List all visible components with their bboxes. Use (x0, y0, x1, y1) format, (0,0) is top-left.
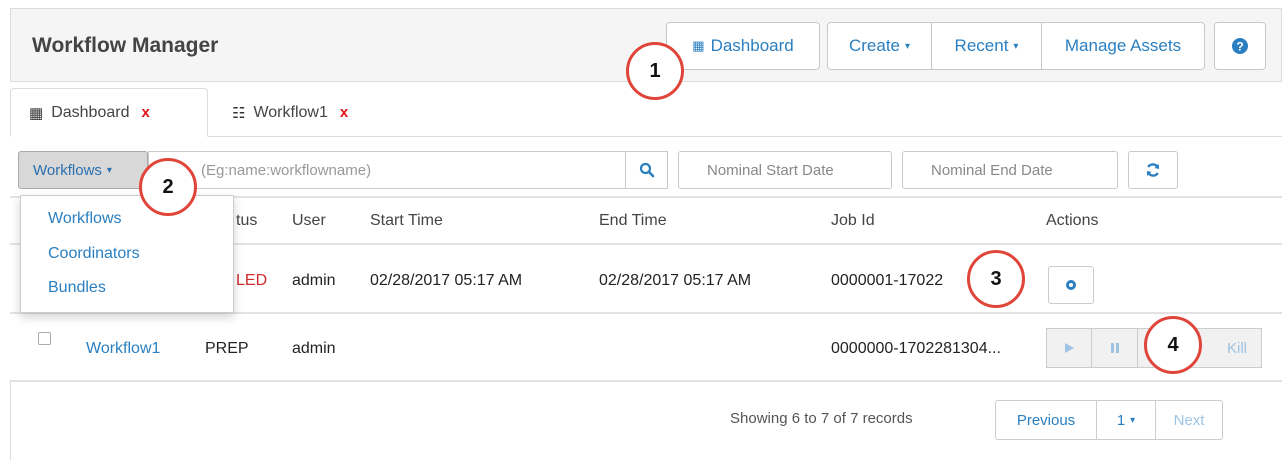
job-id-cell: 0000000-1702281304... (831, 340, 1001, 357)
svg-text:?: ? (1236, 40, 1243, 54)
row-divider (10, 380, 1282, 382)
records-summary: Showing 6 to 7 of 7 records (730, 410, 913, 427)
column-header-user[interactable]: User (292, 212, 326, 230)
row-checkbox[interactable] (38, 332, 51, 345)
end-time-cell: 02/28/2017 05:17 AM (599, 272, 752, 289)
close-icon[interactable]: x (340, 104, 348, 121)
previous-page-button[interactable]: Previous (995, 400, 1097, 440)
start-time-cell: 02/28/2017 05:17 AM (370, 272, 523, 289)
manage-assets-button[interactable]: Manage Assets (1041, 22, 1205, 70)
page-select[interactable]: 1 ▾ (1096, 400, 1156, 440)
gear-icon (1066, 280, 1076, 290)
grid-icon: ▦ (692, 38, 705, 53)
status-cell: PREP (205, 340, 249, 357)
column-header-end-time[interactable]: End Time (599, 212, 667, 230)
caret-down-icon: ▾ (106, 164, 112, 176)
nominal-start-date-field[interactable]: Nominal Start Date (678, 151, 892, 189)
close-icon[interactable]: x (141, 104, 149, 121)
tab-dashboard[interactable]: ▦ Dashboard x (10, 88, 208, 137)
suspend-button[interactable] (1092, 328, 1138, 368)
tab-workflow1[interactable]: ☷ Workflow1 x (214, 88, 404, 137)
play-icon (1065, 343, 1074, 353)
menu-item-coordinators[interactable]: Coordinators (48, 245, 140, 263)
column-header-start-time[interactable]: Start Time (370, 212, 443, 230)
refresh-button[interactable] (1128, 151, 1178, 189)
search-input[interactable]: (Eg:name:workflowname) (148, 151, 626, 189)
workflow-type-dropdown[interactable]: Workflows ▾ (18, 151, 148, 189)
panel-border (10, 380, 11, 460)
callout-3: 3 (967, 250, 1025, 308)
search-icon (639, 162, 654, 178)
column-header-actions: Actions (1046, 212, 1099, 229)
workflow-name-link[interactable]: Workflow1 (86, 340, 160, 358)
help-button[interactable]: ? (1214, 22, 1266, 70)
create-dropdown[interactable]: Create ▾ (827, 22, 932, 70)
caret-down-icon: ▾ (1013, 40, 1019, 52)
grid-icon: ▦ (29, 104, 44, 122)
resume-button[interactable] (1046, 328, 1092, 368)
sitemap-icon: ☷ (232, 104, 246, 122)
job-id-cell: 0000001-17022 (831, 272, 944, 289)
column-header-job-id[interactable]: Job Id (831, 212, 875, 230)
callout-1: 1 (626, 42, 684, 100)
callout-4: 4 (1144, 316, 1202, 374)
menu-item-workflows[interactable]: Workflows (48, 210, 122, 228)
status-cell: LED (236, 272, 268, 289)
column-header-status[interactable]: tus (236, 212, 257, 230)
refresh-icon (1146, 163, 1160, 177)
app-title: Workflow Manager (32, 34, 219, 57)
search-button[interactable] (626, 151, 668, 189)
user-cell: admin (292, 272, 336, 289)
recent-dropdown[interactable]: Recent ▾ (931, 22, 1042, 70)
nominal-end-date-field[interactable]: Nominal End Date (902, 151, 1118, 189)
settings-button[interactable] (1048, 266, 1094, 304)
user-cell: admin (292, 340, 336, 357)
caret-down-icon: ▾ (905, 40, 911, 52)
next-page-button[interactable]: Next (1155, 400, 1223, 440)
menu-item-bundles[interactable]: Bundles (48, 279, 106, 297)
dashboard-button[interactable]: ▦ Dashboard (666, 22, 820, 70)
caret-down-icon: ▾ (1130, 414, 1136, 426)
question-circle-icon: ? (1232, 38, 1248, 54)
callout-2: 2 (139, 158, 197, 216)
pause-icon (1110, 343, 1119, 353)
